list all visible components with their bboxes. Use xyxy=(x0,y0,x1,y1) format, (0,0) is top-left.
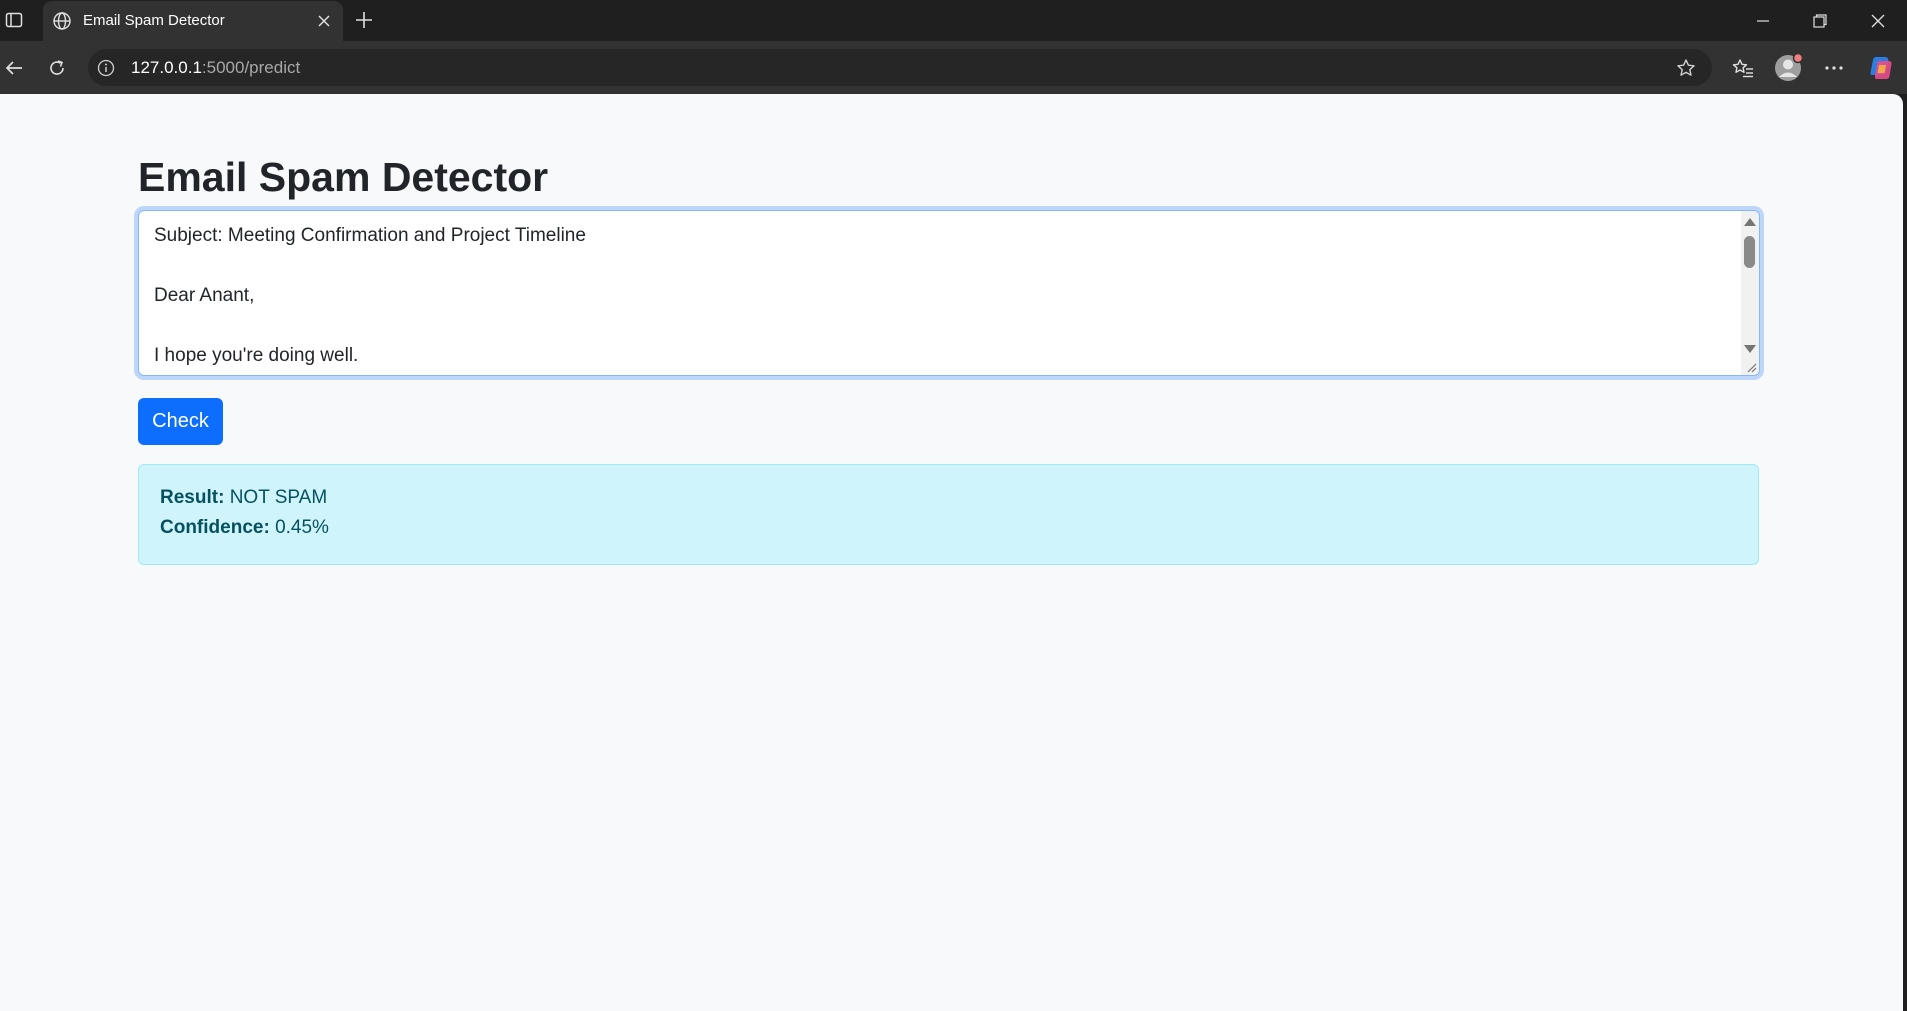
close-tab-icon[interactable] xyxy=(313,10,335,32)
scroll-down-arrow-icon[interactable] xyxy=(1744,345,1756,353)
url-path: :5000/predict xyxy=(201,58,301,77)
star-icon[interactable] xyxy=(1674,56,1698,80)
url-text: 127.0.0.1:5000/predict xyxy=(131,58,300,78)
restore-icon[interactable] xyxy=(1803,6,1837,36)
address-bar[interactable]: 127.0.0.1:5000/predict xyxy=(88,49,1712,86)
sidebar-toggle-icon[interactable] xyxy=(2,8,26,32)
check-button[interactable]: Check xyxy=(138,398,223,445)
scroll-thumb[interactable] xyxy=(1744,236,1755,268)
favorites-icon[interactable] xyxy=(1728,53,1758,83)
more-options-icon[interactable] xyxy=(1819,53,1849,83)
globe-icon xyxy=(51,10,73,32)
result-line: Result: NOT SPAM xyxy=(160,487,327,509)
copilot-icon[interactable] xyxy=(1866,53,1896,83)
result-alert: Result: NOT SPAM Confidence: 0.45% xyxy=(138,464,1759,565)
resize-handle-icon[interactable] xyxy=(1743,359,1757,373)
confidence-label: Confidence: xyxy=(160,517,270,538)
refresh-icon[interactable] xyxy=(43,54,71,82)
browser-titlebar: Email Spam Detector xyxy=(0,0,1907,41)
scroll-up-arrow-icon[interactable] xyxy=(1744,218,1756,226)
textarea-scrollbar[interactable] xyxy=(1741,211,1759,375)
browser-tab[interactable]: Email Spam Detector xyxy=(43,1,343,41)
new-tab-icon[interactable] xyxy=(352,8,376,32)
email-textarea[interactable]: Subject: Meeting Confirmation and Projec… xyxy=(138,210,1760,376)
back-icon[interactable] xyxy=(0,54,28,82)
minimize-icon[interactable] xyxy=(1746,6,1780,36)
result-label: Result: xyxy=(160,487,225,508)
browser-toolbar: 127.0.0.1:5000/predict xyxy=(0,41,1907,94)
email-text-content[interactable]: Subject: Meeting Confirmation and Projec… xyxy=(154,221,1734,371)
confidence-line: Confidence: 0.45% xyxy=(160,517,329,539)
url-host: 127.0.0.1 xyxy=(131,58,202,77)
page-title: Email Spam Detector xyxy=(138,154,549,200)
site-info-icon[interactable] xyxy=(96,58,116,78)
close-window-icon[interactable] xyxy=(1861,6,1895,36)
tab-title: Email Spam Detector xyxy=(83,12,225,29)
profile-avatar-icon[interactable] xyxy=(1773,53,1803,83)
confidence-value: 0.45% xyxy=(275,517,329,538)
result-value: NOT SPAM xyxy=(229,487,328,508)
page-viewport: Email Spam Detector Subject: Meeting Con… xyxy=(0,94,1903,1011)
